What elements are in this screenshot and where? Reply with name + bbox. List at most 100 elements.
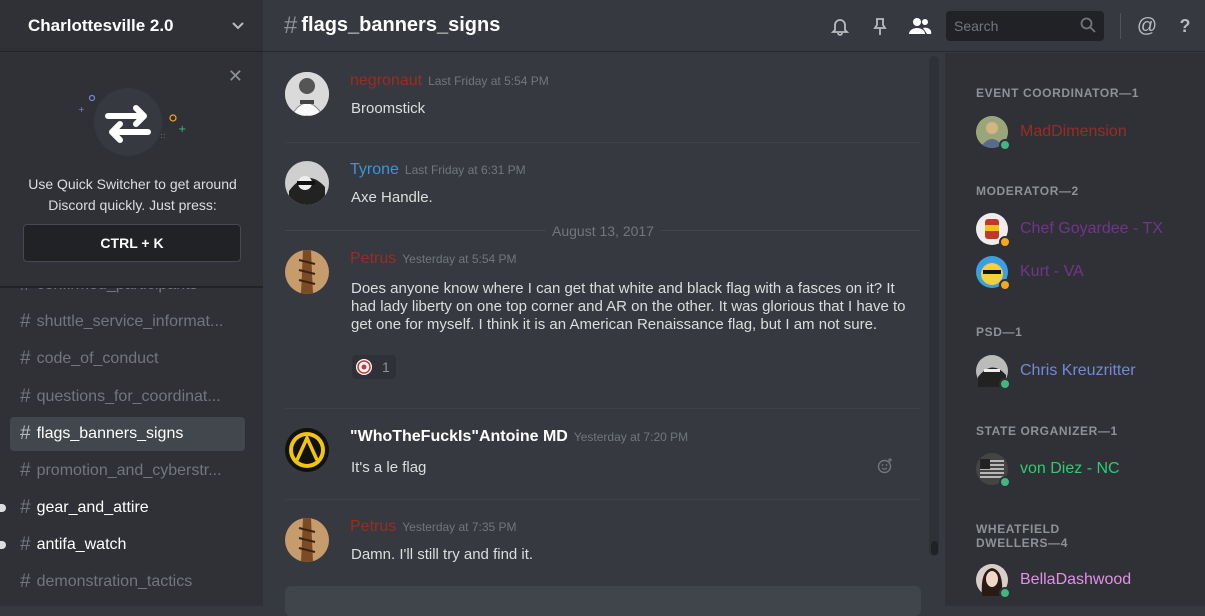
add-reaction-icon[interactable]	[877, 458, 893, 479]
timestamp: Yesterday at 7:35 PM	[402, 520, 517, 534]
message-author[interactable]: "WhoTheFuckIs"Antoine MD Yesterday at 7:2…	[350, 428, 688, 446]
author-name[interactable]: "WhoTheFuckIs"Antoine MD	[350, 428, 568, 445]
avatar[interactable]	[285, 72, 329, 116]
channel-label: questions_for_coordinat...	[36, 388, 221, 405]
role-header: WHEATFIELD DWELLERS—4	[976, 522, 1068, 550]
reaction[interactable]: 1	[352, 355, 396, 379]
message-text: Axe Handle.	[351, 189, 433, 206]
message-list: negronaut Last Friday at 5:54 PM Broomsti…	[263, 53, 943, 606]
member-list: EVENT COORDINATOR—1 MadDimension MODERAT…	[945, 53, 1205, 606]
status-idle-icon	[999, 236, 1011, 248]
svg-text:::: ::	[160, 131, 165, 140]
channel-flags-banners-signs[interactable]: # flags_banners_signs	[10, 417, 245, 451]
search-icon	[1080, 17, 1096, 36]
message-text: Damn. I'll still try and find it.	[351, 546, 534, 563]
member-name: Chef Goyardee - TX	[1020, 220, 1163, 237]
help-icon[interactable]: ?	[1165, 16, 1205, 37]
swap-arrows-icon: + + ::	[78, 88, 186, 156]
quick-switcher-line2: Discord quickly. Just press:	[48, 197, 217, 213]
status-idle-icon	[999, 279, 1011, 291]
member-item[interactable]: Kurt - VA	[976, 255, 1084, 291]
avatar	[976, 564, 1011, 599]
message-scrollbar[interactable]	[929, 56, 939, 556]
server-name: Charlottesville 2.0	[28, 15, 174, 35]
avatar	[976, 116, 1011, 151]
channel-label: antifa_watch	[36, 536, 127, 553]
channel-questions[interactable]: # questions_for_coordinat...	[10, 380, 245, 414]
reaction-emoji-icon	[356, 359, 372, 375]
message-composer[interactable]	[285, 586, 921, 616]
scroll-thumb[interactable]	[931, 541, 938, 555]
pin-icon[interactable]	[860, 16, 900, 36]
avatar[interactable]	[285, 161, 329, 205]
server-header[interactable]: Charlottesville 2.0	[0, 0, 263, 52]
search-input[interactable]: Search	[946, 11, 1104, 41]
bell-icon[interactable]	[820, 16, 860, 36]
member-name: MadDimension	[1020, 123, 1127, 140]
message-author[interactable]: Tyrone Last Friday at 6:31 PM	[350, 161, 526, 179]
status-online-icon	[999, 378, 1011, 390]
hash-icon: #	[20, 571, 31, 592]
mentions-icon[interactable]: @	[1129, 15, 1165, 38]
status-online-icon	[999, 476, 1011, 488]
channel-demonstration-tactics[interactable]: # demonstration_tactics	[10, 565, 245, 599]
channel-label: promotion_and_cyberstr...	[36, 462, 222, 479]
channel-shuttle-service[interactable]: # shuttle_service_informat...	[10, 305, 245, 339]
role-header-line2: DWELLERS—4	[976, 536, 1069, 550]
avatar[interactable]	[285, 518, 329, 562]
hash-icon: #	[20, 534, 31, 555]
search-placeholder: Search	[954, 18, 999, 34]
message-author[interactable]: negronaut Last Friday at 5:54 PM	[350, 72, 549, 90]
author-name[interactable]: negronaut	[350, 72, 422, 89]
timestamp: Last Friday at 6:31 PM	[404, 163, 526, 177]
channel-label: shuttle_service_informat...	[36, 313, 224, 330]
channel-label: demonstration_tactics	[36, 573, 193, 590]
author-name[interactable]: Petrus	[350, 518, 396, 535]
message-group-divider	[285, 142, 920, 143]
message-text: It's a le flag	[351, 459, 427, 476]
timestamp: Yesterday at 7:20 PM	[573, 430, 689, 444]
members-icon[interactable]	[900, 16, 940, 36]
channel-sidebar: Charlottesville 2.0 # confirmed_particip…	[0, 0, 263, 606]
quick-switcher-tip: ✕ + + :: Use Quick Switcher to get aroun…	[0, 54, 263, 286]
member-item[interactable]: Chris Kreuzritter	[976, 354, 1136, 390]
svg-text:+: +	[178, 124, 186, 135]
timestamp: Last Friday at 5:54 PM	[428, 74, 549, 88]
channel-header: # flags_banners_signs Search @ ?	[263, 0, 1205, 52]
channel-label: code_of_conduct	[36, 350, 159, 367]
avatar[interactable]	[285, 250, 329, 294]
channel-label: flags_banners_signs	[36, 425, 184, 442]
author-name[interactable]: Petrus	[350, 250, 396, 267]
hash-icon: #	[20, 423, 31, 444]
chevron-down-icon[interactable]	[231, 18, 245, 34]
avatar	[976, 213, 1011, 248]
author-name[interactable]: Tyrone	[350, 161, 399, 178]
unread-indicator	[0, 504, 6, 512]
close-icon[interactable]: ✕	[228, 66, 243, 87]
hash-icon: #	[284, 11, 298, 39]
channel-promotion[interactable]: # promotion_and_cyberstr...	[10, 454, 245, 488]
avatar	[976, 256, 1011, 291]
channel-title: flags_banners_signs	[301, 14, 501, 36]
channel-gear-and-attire[interactable]: # gear_and_attire	[10, 491, 245, 525]
avatar[interactable]	[285, 428, 329, 472]
channel-antifa-watch[interactable]: # antifa_watch	[10, 528, 245, 562]
toolbar-divider	[1120, 13, 1121, 39]
member-item[interactable]: BellaDashwood	[976, 563, 1131, 599]
hash-icon: #	[20, 497, 31, 518]
hash-icon: #	[20, 311, 31, 332]
role-header: PSD—1	[976, 325, 1023, 339]
status-online-icon	[999, 139, 1011, 151]
message-group-divider	[285, 499, 920, 500]
member-name: Chris Kreuzritter	[1020, 362, 1136, 379]
member-item[interactable]: von Diez - NC	[976, 452, 1120, 488]
member-item[interactable]: Chef Goyardee - TX	[976, 212, 1163, 248]
member-item[interactable]: MadDimension	[976, 115, 1127, 151]
message-author[interactable]: Petrus Yesterday at 5:54 PM	[350, 250, 517, 268]
message-author[interactable]: Petrus Yesterday at 7:35 PM	[350, 518, 517, 536]
role-header: MODERATOR—2	[976, 184, 1079, 198]
channel-label: gear_and_attire	[36, 499, 149, 516]
channel-code-of-conduct[interactable]: # code_of_conduct	[10, 342, 245, 376]
quick-switcher-text: Use Quick Switcher to get around Discord…	[12, 174, 253, 216]
quick-switcher-line1: Use Quick Switcher to get around	[28, 176, 237, 192]
